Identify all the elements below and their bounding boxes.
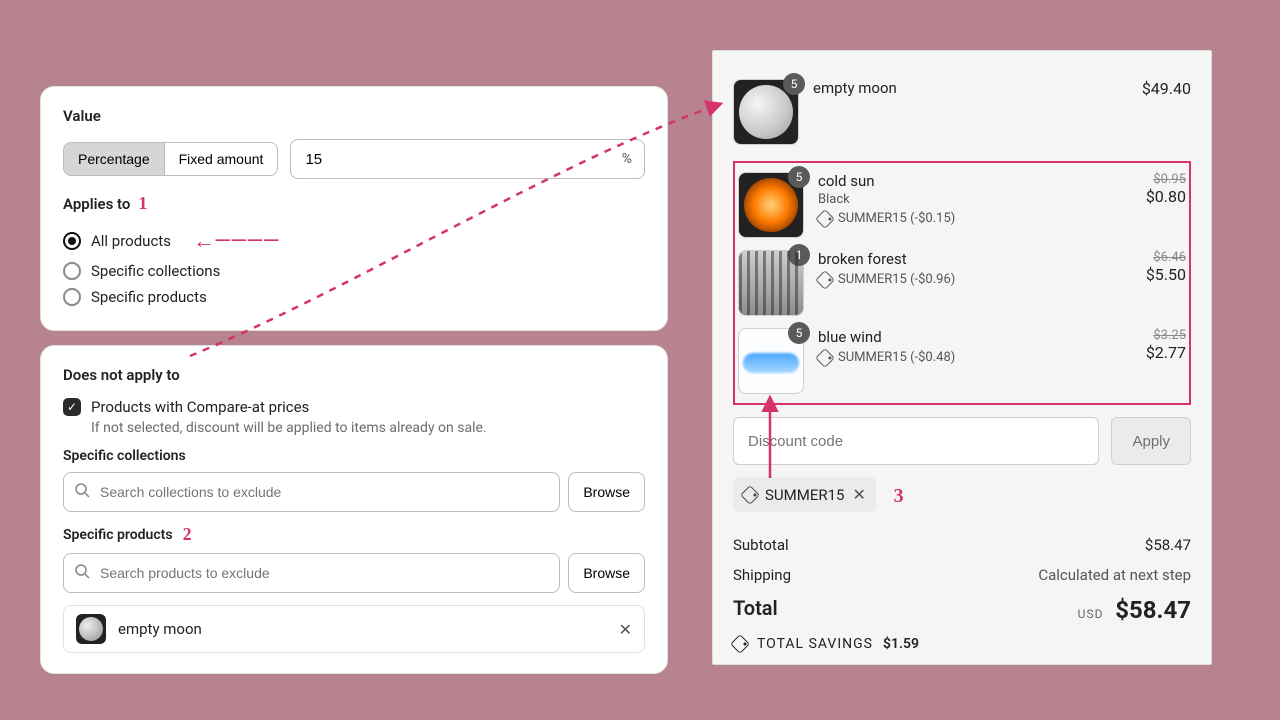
discount-code-input-wrapper [733, 417, 1099, 465]
does-not-apply-card: Does not apply to ✓ Products with Compar… [40, 345, 668, 674]
radio-icon [63, 232, 81, 250]
cart-item-price: $49.40 [1142, 79, 1191, 98]
tag-icon [815, 209, 835, 229]
cart-item: 1 broken forest SUMMER15 (-$0.96) $6.46 … [738, 244, 1186, 322]
cart-item-variant: Black [818, 192, 1132, 207]
shipping-label: Shipping [733, 566, 791, 584]
discount-value-input[interactable] [303, 150, 621, 169]
browse-collections-button[interactable]: Browse [568, 472, 645, 512]
cart-item-original-price: $3.25 [1146, 328, 1186, 343]
quantity-badge: 5 [788, 166, 810, 188]
exclude-collections-input[interactable] [98, 483, 549, 501]
exclude-collections-label: Specific collections [63, 448, 186, 464]
apply-discount-button[interactable]: Apply [1111, 417, 1191, 465]
subtotal-label: Subtotal [733, 536, 789, 554]
search-icon [74, 563, 90, 583]
cart-item-original-price: $6.46 [1146, 250, 1186, 265]
value-type-toggle: Percentage Fixed amount [63, 142, 278, 176]
product-thumbnail: 5 [738, 328, 804, 394]
value-card-title: Value [63, 107, 645, 125]
discounted-items-highlight: 5 cold sun Black SUMMER15 (-$0.15) $0.95… [733, 161, 1191, 405]
cart-summary: 5 empty moon $49.40 5 cold sun Black SUM… [712, 50, 1212, 665]
total-label: Total [733, 596, 778, 624]
tag-icon [815, 270, 835, 290]
radio-specific-products[interactable]: Specific products [63, 284, 645, 310]
product-thumbnail: 5 [733, 79, 799, 145]
radio-specific-collections[interactable]: Specific collections [63, 258, 645, 284]
remove-discount-button[interactable]: ✕ [852, 485, 865, 504]
annotation-2: 2 [183, 524, 192, 545]
excluded-product-row: empty moon ✕ [63, 605, 645, 653]
cart-item-title: broken forest [818, 250, 1132, 268]
radio-specific-collections-label: Specific collections [91, 262, 220, 280]
savings-label: TOTAL SAVINGS [757, 636, 873, 652]
applied-discount-code: SUMMER15 [765, 486, 844, 504]
cart-item-title: cold sun [818, 172, 1132, 190]
quantity-badge: 5 [788, 322, 810, 344]
excluded-product-name: empty moon [118, 620, 202, 638]
annotation-1: 1 [138, 193, 147, 214]
percentage-toggle[interactable]: Percentage [63, 142, 165, 176]
compare-at-checkbox[interactable]: ✓ [63, 398, 81, 416]
compare-at-label: Products with Compare-at prices [91, 398, 309, 416]
does-not-apply-title: Does not apply to [63, 366, 645, 384]
subtotal-value: $58.47 [1145, 536, 1191, 554]
quantity-badge: 5 [783, 73, 805, 95]
browse-products-button[interactable]: Browse [568, 553, 645, 593]
exclude-collections-search [63, 472, 560, 512]
discount-code-input[interactable] [746, 418, 1086, 464]
cart-item-discount: SUMMER15 (-$0.15) [838, 211, 955, 226]
compare-at-note: If not selected, discount will be applie… [91, 420, 645, 436]
search-icon [74, 482, 90, 502]
tag-icon [730, 634, 750, 654]
shipping-value: Calculated at next step [1038, 566, 1191, 584]
radio-icon [63, 262, 81, 280]
exclude-products-input[interactable] [98, 564, 549, 582]
exclude-products-label: Specific products [63, 527, 173, 543]
cart-item-price: $5.50 [1146, 265, 1186, 284]
radio-all-products[interactable]: All products ←———— [63, 224, 645, 258]
radio-specific-products-label: Specific products [91, 288, 207, 306]
radio-icon [63, 288, 81, 306]
product-thumbnail: 5 [738, 172, 804, 238]
cart-item: 5 cold sun Black SUMMER15 (-$0.15) $0.95… [738, 166, 1186, 244]
cart-item-title: empty moon [813, 79, 1128, 97]
discount-value-input-wrapper: % [290, 139, 645, 179]
tag-icon [815, 348, 835, 368]
exclude-products-search [63, 553, 560, 593]
cart-item-price: $0.80 [1146, 187, 1186, 206]
tag-icon [740, 485, 760, 505]
total-value: $58.47 [1115, 596, 1191, 624]
applied-discount-chip: SUMMER15 ✕ [733, 477, 876, 512]
radio-all-products-label: All products [91, 232, 171, 250]
product-thumbnail: 1 [738, 250, 804, 316]
quantity-badge: 1 [788, 244, 810, 266]
annotation-arrow-1: ←———— [193, 228, 279, 254]
savings-value: $1.59 [883, 636, 919, 652]
total-currency: USD [1078, 607, 1104, 621]
cart-item-original-price: $0.95 [1146, 172, 1186, 187]
product-thumbnail [76, 614, 106, 644]
cart-item-title: blue wind [818, 328, 1132, 346]
fixed-amount-toggle[interactable]: Fixed amount [165, 142, 279, 176]
value-card: Value Percentage Fixed amount % Applies … [40, 86, 668, 331]
remove-excluded-product[interactable]: ✕ [619, 620, 632, 639]
percent-suffix: % [622, 151, 632, 167]
cart-item-discount: SUMMER15 (-$0.96) [838, 272, 955, 287]
annotation-3: 3 [894, 485, 904, 508]
cart-item-discount: SUMMER15 (-$0.48) [838, 350, 955, 365]
cart-item: 5 empty moon $49.40 [733, 69, 1191, 155]
cart-item-price: $2.77 [1146, 343, 1186, 362]
applies-to-label: Applies to [63, 195, 130, 213]
cart-item: 5 blue wind SUMMER15 (-$0.48) $3.25 $2.7… [738, 322, 1186, 400]
